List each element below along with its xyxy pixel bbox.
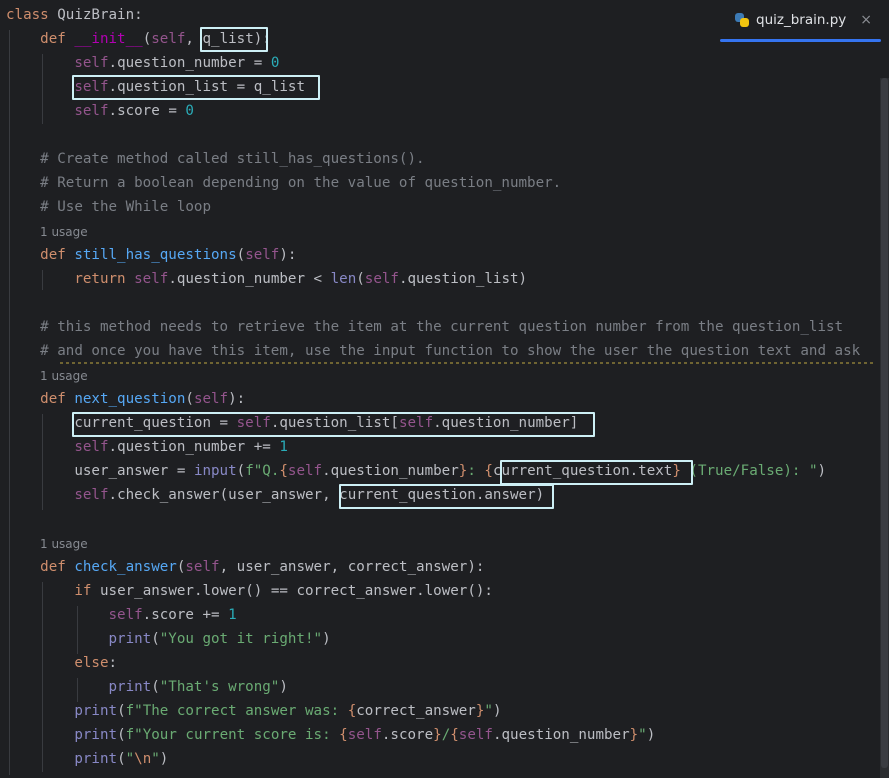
- code-comment[interactable]: # Create method called still_has_questio…: [6, 147, 424, 171]
- code-line[interactable]: self.question_number = 0: [6, 51, 279, 75]
- code-line[interactable]: class QuizBrain:: [6, 3, 143, 27]
- code-line[interactable]: print("\n"): [6, 747, 168, 771]
- code-editor[interactable]: class QuizBrain: def __init__(self, q_li…: [0, 0, 875, 778]
- code-line[interactable]: def check_answer(self, user_answer, corr…: [6, 555, 484, 579]
- code-line[interactable]: self.check_answer(user_answer, current_q…: [6, 483, 544, 507]
- tab-quiz-brain[interactable]: quiz_brain.py ×: [734, 4, 872, 36]
- usage-hint[interactable]: 1 usage: [40, 367, 88, 385]
- close-icon[interactable]: ×: [860, 12, 872, 28]
- code-line[interactable]: self.question_number += 1: [6, 435, 288, 459]
- code-comment[interactable]: # Use the While loop: [6, 195, 211, 219]
- code-comment[interactable]: # this method needs to retrieve the item…: [6, 315, 843, 339]
- usage-hint[interactable]: 1 usage: [40, 223, 88, 241]
- code-line[interactable]: return self.question_number < len(self.q…: [6, 267, 527, 291]
- active-tab-indicator: [720, 39, 881, 42]
- usage-hint[interactable]: 1 usage: [40, 535, 88, 553]
- warning-squiggle: [60, 362, 875, 364]
- code-comment[interactable]: # and once you have this item, use the i…: [6, 339, 860, 363]
- code-comment[interactable]: # Return a boolean depending on the valu…: [6, 171, 561, 195]
- code-line[interactable]: print("You got it right!"): [6, 627, 331, 651]
- code-line[interactable]: self.score += 1: [6, 603, 237, 627]
- code-line[interactable]: def still_has_questions(self):: [6, 243, 296, 267]
- code-line[interactable]: print(f"Your current score is: {self.sco…: [6, 723, 655, 747]
- editor-tab-bar: quiz_brain.py ×: [724, 0, 889, 44]
- code-line[interactable]: def __init__(self, q_list):: [6, 27, 271, 51]
- tab-filename: quiz_brain.py: [756, 12, 847, 28]
- code-line[interactable]: self.score = 0: [6, 99, 194, 123]
- code-line[interactable]: print("That's wrong"): [6, 675, 288, 699]
- python-file-icon: [734, 12, 750, 28]
- code-line[interactable]: if user_answer.lower() == correct_answer…: [6, 579, 493, 603]
- code-line[interactable]: self.question_list = q_list: [6, 75, 305, 99]
- code-line[interactable]: def next_question(self):: [6, 387, 245, 411]
- scrollbar-thumb[interactable]: [881, 78, 888, 768]
- code-line[interactable]: print(f"The correct answer was: {correct…: [6, 699, 501, 723]
- code-line[interactable]: else:: [6, 651, 117, 675]
- code-line[interactable]: user_answer = input(f"Q.{self.question_n…: [6, 459, 826, 483]
- code-line[interactable]: current_question = self.question_list[se…: [6, 411, 578, 435]
